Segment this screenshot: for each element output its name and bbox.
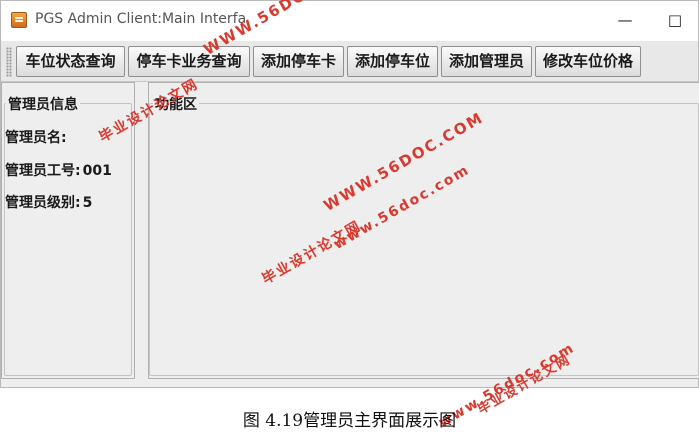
- toolbar: 车位状态查询 停车卡业务查询 添加停车卡 添加停车位 添加管理员 修改车位价格: [1, 41, 698, 82]
- admin-info-legend: 管理员信息: [6, 94, 80, 114]
- parking-card-business-query-button[interactable]: 停车卡业务查询: [128, 46, 250, 77]
- admin-level-value: 5: [82, 195, 93, 211]
- add-parking-card-button[interactable]: 添加停车卡: [253, 46, 344, 77]
- add-parking-space-button[interactable]: 添加停车位: [347, 46, 438, 77]
- admin-level-row: 管理员级别: 5: [5, 192, 92, 212]
- modify-parking-price-button[interactable]: 修改车位价格: [535, 46, 641, 77]
- function-area-border: [149, 103, 699, 376]
- admin-id-row: 管理员工号: 001: [5, 160, 112, 180]
- admin-id-label: 管理员工号:: [5, 163, 81, 179]
- function-area-panel: 功能区: [148, 82, 699, 379]
- figure-caption: 图 4.19管理员主界面展示图: [242, 411, 457, 431]
- title-bar[interactable]: PGS Admin Client:Main Interfa — □: [1, 1, 698, 41]
- admin-id-value: 001: [82, 163, 112, 179]
- maximize-button[interactable]: □: [660, 7, 690, 33]
- admin-info-panel: 管理员信息 管理员名: 管理员工号: 001 管理员级别: 5: [1, 82, 135, 379]
- java-app-icon: [11, 12, 27, 28]
- function-area-legend: 功能区: [153, 94, 199, 114]
- admin-level-label: 管理员级别:: [5, 195, 81, 211]
- add-admin-button[interactable]: 添加管理员: [441, 46, 532, 77]
- admin-main-window: PGS Admin Client:Main Interfa — □ 车位状态查询…: [0, 0, 699, 388]
- admin-name-label: 管理员名:: [5, 130, 67, 146]
- admin-name-row: 管理员名:: [5, 127, 69, 147]
- toolbar-grip-handle[interactable]: [6, 47, 12, 77]
- window-title: PGS Admin Client:Main Interfa: [35, 11, 247, 27]
- minimize-button[interactable]: —: [610, 7, 640, 33]
- parking-status-query-button[interactable]: 车位状态查询: [16, 46, 125, 77]
